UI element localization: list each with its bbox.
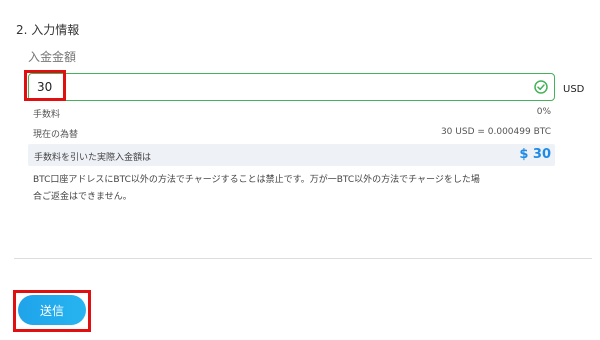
- rate-row: 現在の為替 30 USD = 0.000499 BTC: [33, 127, 551, 140]
- net-amount-row: 手数料を引いた実際入金額は $ 30: [28, 144, 555, 166]
- net-amount-value: $ 30: [519, 147, 551, 162]
- rate-value: 30 USD = 0.000499 BTC: [440, 127, 551, 137]
- net-amount-label: 手数料を引いた実際入金額は: [34, 153, 152, 163]
- notice-line-1: BTC口座アドレスにBTC以外の方法でチャージすることは禁止です。万が一BTC以…: [33, 175, 480, 185]
- currency-label: USD: [563, 84, 585, 95]
- fee-value: 0%: [536, 107, 551, 117]
- fee-label: 手数料: [33, 110, 61, 120]
- amount-input[interactable]: 30: [28, 73, 555, 101]
- submit-button[interactable]: 送信: [18, 295, 86, 325]
- red-highlight-amount: [24, 70, 66, 101]
- notice-line-2: 合ご返金はできません。: [33, 192, 132, 202]
- fee-row: 手数料 0%: [33, 107, 551, 120]
- notice-text: BTC口座アドレスにBTC以外の方法でチャージすることは禁止です。万が一BTC以…: [33, 172, 558, 206]
- section-title: 2. 入力情報: [16, 23, 80, 37]
- divider: [14, 258, 592, 259]
- check-circle-icon: [534, 80, 548, 94]
- rate-label: 現在の為替: [33, 130, 79, 140]
- amount-label: 入金金額: [28, 50, 77, 64]
